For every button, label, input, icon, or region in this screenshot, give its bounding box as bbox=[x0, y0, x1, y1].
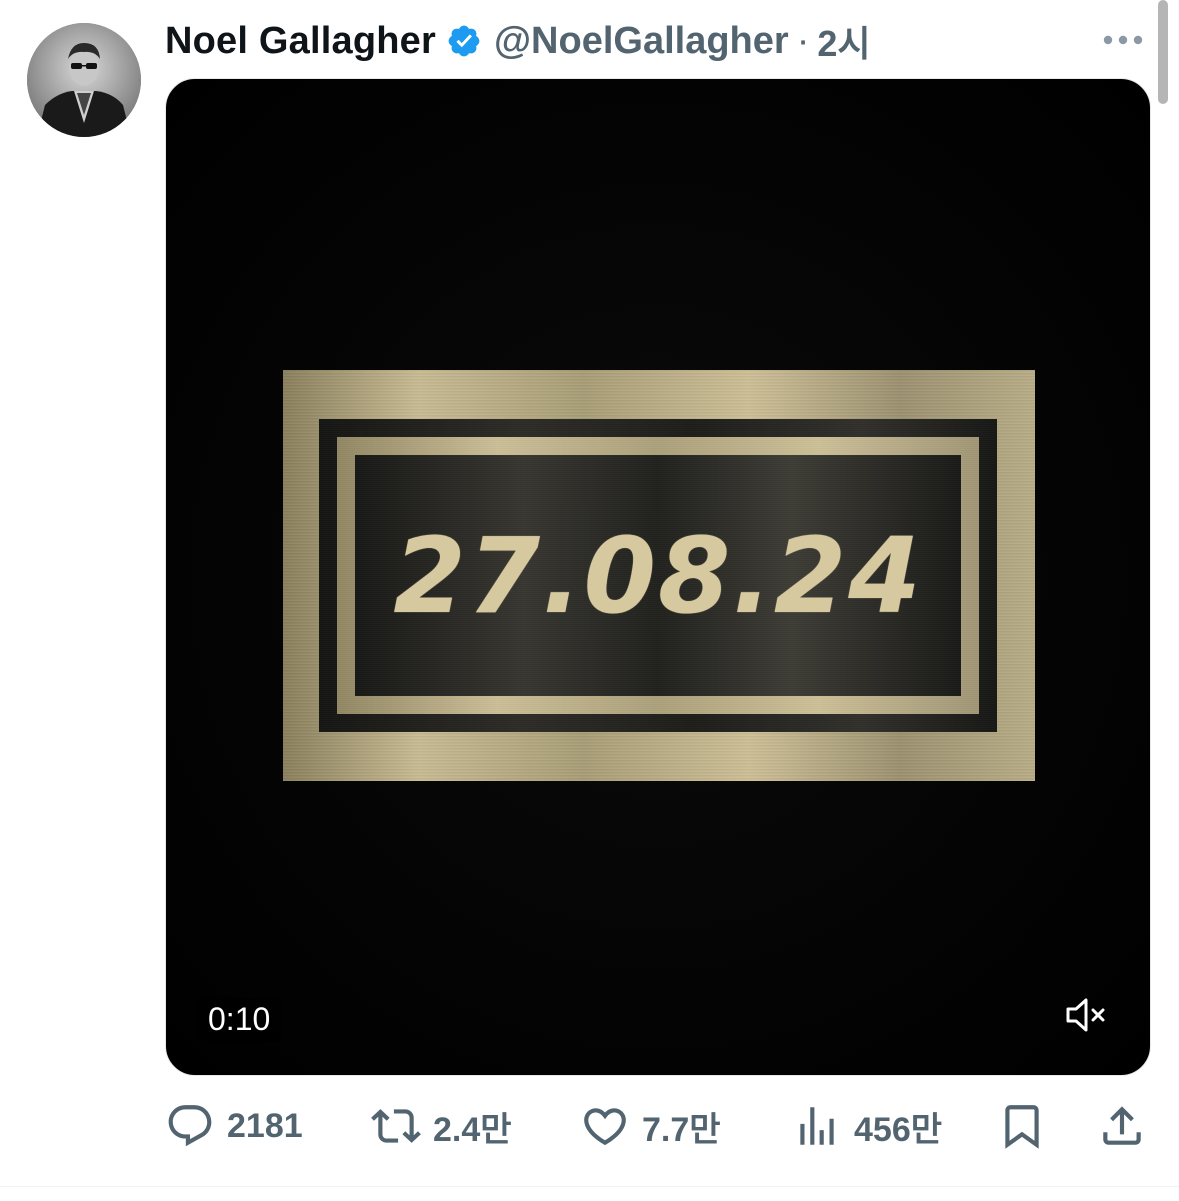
tweet-header: Noel Gallagher @NoelGallagher · 2시 bbox=[165, 12, 871, 70]
reply-icon bbox=[168, 1105, 212, 1147]
bookmark-button[interactable] bbox=[997, 1096, 1047, 1156]
bookmark-icon bbox=[1005, 1105, 1039, 1149]
separator-dot: · bbox=[796, 19, 810, 62]
author-handle[interactable]: @NoelGallagher bbox=[494, 20, 789, 63]
more-button[interactable] bbox=[1098, 22, 1148, 58]
like-count: 7.7만 bbox=[642, 1110, 721, 1149]
reply-count: 2181 bbox=[227, 1106, 303, 1145]
heart-icon bbox=[584, 1108, 626, 1146]
mute-icon bbox=[1066, 998, 1105, 1032]
video-timestamp: 0:10 bbox=[196, 997, 283, 1042]
plaque-date: 27.08.24 bbox=[393, 514, 923, 637]
scrollbar[interactable] bbox=[1158, 0, 1168, 104]
mute-button[interactable] bbox=[1054, 983, 1118, 1047]
like-button[interactable]: 7.7만 bbox=[580, 1096, 721, 1156]
tweet: Noel Gallagher @NoelGallagher · 2시 27.08… bbox=[0, 0, 1179, 1201]
views-icon bbox=[800, 1107, 834, 1145]
share-icon bbox=[1103, 1106, 1141, 1145]
plaque-center: 27.08.24 bbox=[355, 455, 961, 696]
video-player[interactable]: 27.08.24 0:10 bbox=[165, 78, 1151, 1076]
views-count: 456만 bbox=[854, 1110, 943, 1149]
post-time[interactable]: 2시 bbox=[817, 15, 870, 67]
author-avatar[interactable] bbox=[27, 23, 141, 137]
share-button[interactable] bbox=[1097, 1096, 1147, 1156]
avatar-image bbox=[27, 23, 141, 137]
author-name[interactable]: Noel Gallagher bbox=[165, 20, 436, 63]
action-bar: 2181 2.4만 7.7만 456만 bbox=[165, 1096, 1155, 1156]
repost-count: 2.4만 bbox=[433, 1110, 512, 1149]
reply-button[interactable]: 2181 bbox=[165, 1096, 303, 1156]
verified-badge-icon bbox=[446, 23, 482, 59]
divider bbox=[0, 1186, 1179, 1187]
repost-button[interactable]: 2.4만 bbox=[371, 1096, 512, 1156]
views-button[interactable]: 456만 bbox=[792, 1096, 942, 1156]
date-plaque: 27.08.24 bbox=[283, 370, 1035, 781]
more-icon bbox=[1103, 35, 1143, 45]
repost-icon bbox=[371, 1109, 421, 1143]
